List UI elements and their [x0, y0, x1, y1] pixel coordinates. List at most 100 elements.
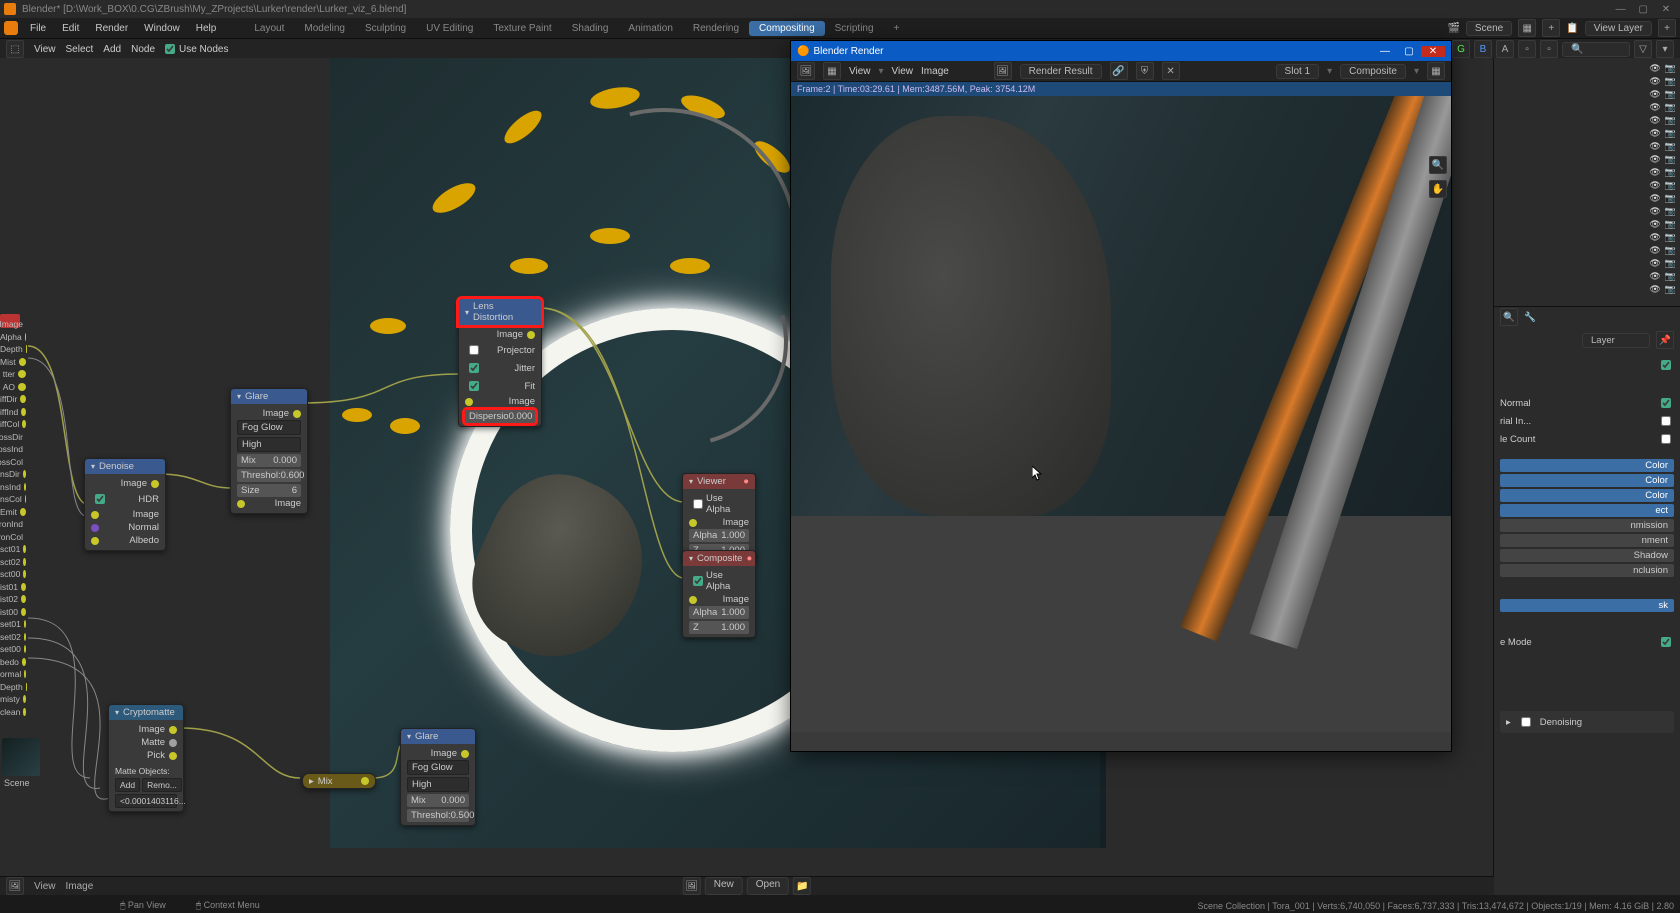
compo-menu-add[interactable]: Add [103, 44, 121, 55]
tab-modeling[interactable]: Modeling [294, 21, 355, 36]
prop-ect-toggle[interactable]: ect [1500, 504, 1674, 517]
outliner-row[interactable]: 👁📷 [1498, 179, 1676, 192]
open-button[interactable]: Open [747, 877, 789, 895]
projector-checkbox[interactable] [469, 345, 479, 355]
denoising-check[interactable] [1521, 717, 1531, 727]
visibility-icon[interactable]: 👁 [1649, 180, 1660, 191]
render-layer-select[interactable]: Composite [1340, 64, 1406, 79]
glare-mix-field[interactable]: Mix0.000 [237, 454, 301, 467]
viewer-alpha-field[interactable]: Alpha1.000 [689, 529, 749, 542]
outliner-row[interactable]: 👁📷 [1498, 101, 1676, 114]
outliner-row[interactable]: 👁📷 [1498, 75, 1676, 88]
render-mode-icon[interactable]: ▦ [823, 62, 841, 80]
prop-layer-pin-icon[interactable]: 📌 [1656, 331, 1674, 349]
outliner-row[interactable]: 👁📷 [1498, 244, 1676, 257]
folder-icon[interactable]: 📁 [793, 877, 811, 895]
prop-color3-toggle[interactable]: Color [1500, 489, 1674, 502]
outliner-row[interactable]: 👁📷 [1498, 270, 1676, 283]
filter-icon[interactable]: ▽ [1634, 40, 1652, 58]
visibility-icon[interactable]: 👁 [1649, 245, 1660, 256]
outliner-row[interactable]: 👁📷 [1498, 218, 1676, 231]
visibility-icon[interactable]: 👁 [1649, 115, 1660, 126]
render-icon[interactable]: 📷 [1665, 76, 1676, 87]
new-button[interactable]: New [705, 877, 743, 895]
render-icon[interactable]: 📷 [1665, 128, 1676, 139]
outliner-row[interactable]: 👁📷 [1498, 114, 1676, 127]
render-icon[interactable]: 📷 [1665, 271, 1676, 282]
visibility-icon[interactable]: 👁 [1649, 102, 1660, 113]
channel-b-icon[interactable]: B [1474, 40, 1492, 58]
use-for-render-check[interactable] [1661, 360, 1671, 370]
tab-animation[interactable]: Animation [618, 21, 682, 36]
outliner-row[interactable]: 👁📷 [1498, 153, 1676, 166]
prop-nmission-toggle[interactable]: nmission [1500, 519, 1674, 532]
prop-search-icon[interactable]: 🔍 [1500, 308, 1518, 326]
node-cryptomatte[interactable]: ▾Cryptomatte Image Matte Pick Matte Obje… [108, 704, 184, 812]
viewer-usealpha-checkbox[interactable] [693, 499, 703, 509]
use-nodes-check[interactable]: Use Nodes [165, 44, 228, 55]
outliner-row[interactable]: 👁📷 [1498, 88, 1676, 101]
prop-shadow-toggle[interactable]: Shadow [1500, 549, 1674, 562]
node-composite[interactable]: ▾Composite● Use Alpha Image Alpha1.000 Z… [682, 550, 756, 638]
jitter-checkbox[interactable] [469, 363, 479, 373]
outliner-row[interactable]: 👁📷 [1498, 127, 1676, 140]
render-window[interactable]: 🟠 Blender Render — ▢ ✕ 🖼 ▦ View ▾ View I… [790, 40, 1452, 752]
glare-quality-select[interactable]: High [237, 437, 301, 452]
viewlayer-field[interactable]: View Layer [1585, 21, 1652, 36]
more-icon[interactable]: ▾ [1656, 40, 1674, 58]
menu-help[interactable]: Help [188, 23, 225, 34]
glare2-type-select[interactable]: Fog Glow [407, 760, 469, 775]
compo-menu-view[interactable]: View [34, 44, 56, 55]
render-x-icon[interactable]: ✕ [1162, 62, 1180, 80]
visibility-icon[interactable]: 👁 [1649, 128, 1660, 139]
tab-compositing[interactable]: Compositing [749, 21, 825, 36]
render-fake-icon[interactable]: ⛨ [1136, 62, 1154, 80]
tool-1-icon[interactable]: ▫ [1518, 40, 1536, 58]
node-lens-distortion[interactable]: ▾Lens Distortion Image Projector Jitter … [458, 298, 542, 427]
prop-nment-toggle[interactable]: nment [1500, 534, 1674, 547]
render-icon[interactable]: 📷 [1665, 115, 1676, 126]
glare-size-field[interactable]: Size6 [237, 484, 301, 497]
node-glare[interactable]: ▾Glare Image Fog Glow High Mix0.000 Thre… [230, 388, 308, 514]
menu-render[interactable]: Render [87, 23, 136, 34]
tab-shading[interactable]: Shading [562, 21, 619, 36]
render-icon[interactable]: 📷 [1665, 232, 1676, 243]
prop-sk-toggle[interactable]: sk [1500, 599, 1674, 612]
prop-color1-toggle[interactable]: Color [1500, 459, 1674, 472]
outliner-row[interactable]: 👁📷 [1498, 205, 1676, 218]
channel-a-icon[interactable]: A [1496, 40, 1514, 58]
node-glare-2[interactable]: ▾Glare Image Fog Glow High Mix0.000 Thre… [400, 728, 476, 826]
tab-add[interactable]: + [884, 21, 910, 36]
render-icon[interactable]: 📷 [1665, 89, 1676, 100]
render-result-field[interactable]: Render Result [1020, 64, 1102, 79]
scene-browse-icon[interactable]: ▦ [1518, 19, 1536, 37]
scene-field[interactable]: Scene [1466, 21, 1512, 36]
render-icon[interactable]: 📷 [1665, 102, 1676, 113]
render-link-icon[interactable]: 🔗 [1110, 62, 1128, 80]
node-mix[interactable]: ▸Mix [302, 773, 376, 789]
outliner-row[interactable]: 👁📷 [1498, 192, 1676, 205]
render-viewport[interactable]: 🔍 ✋ [791, 96, 1451, 732]
visibility-icon[interactable]: 👁 [1649, 63, 1660, 74]
outliner[interactable]: 👁📷👁📷👁📷👁📷👁📷👁📷👁📷👁📷👁📷👁📷👁📷👁📷👁📷👁📷👁📷👁📷👁📷👁📷 [1494, 58, 1680, 307]
use-nodes-checkbox[interactable] [165, 44, 175, 54]
cryptomatte-id-field[interactable]: <0.0001403116... [115, 794, 177, 808]
tab-uvediting[interactable]: UV Editing [416, 21, 483, 36]
visibility-icon[interactable]: 👁 [1649, 258, 1660, 269]
glare2-thresh-field[interactable]: Threshol:0.500 [407, 809, 469, 822]
scene-new-icon[interactable]: + [1542, 19, 1560, 37]
render-icon[interactable]: 📷 [1665, 63, 1676, 74]
minimize-button[interactable]: — [1610, 4, 1630, 15]
maximize-button[interactable]: ▢ [1633, 4, 1653, 15]
compo-menu-node[interactable]: Node [131, 44, 155, 55]
cryptomatte-add-button[interactable]: Add [115, 778, 140, 792]
prop-pilecount-check[interactable] [1661, 434, 1671, 444]
hdr-checkbox[interactable] [95, 494, 105, 504]
render-channels-icon[interactable]: ▦ [1427, 62, 1445, 80]
render-menu-image[interactable]: Image [921, 66, 949, 77]
prop-normal-check[interactable] [1661, 398, 1671, 408]
prop-emode-check[interactable] [1661, 637, 1671, 647]
render-menu-view1[interactable]: View [849, 66, 871, 77]
menu-window[interactable]: Window [136, 23, 188, 34]
image-menu-view[interactable]: View [34, 881, 56, 892]
